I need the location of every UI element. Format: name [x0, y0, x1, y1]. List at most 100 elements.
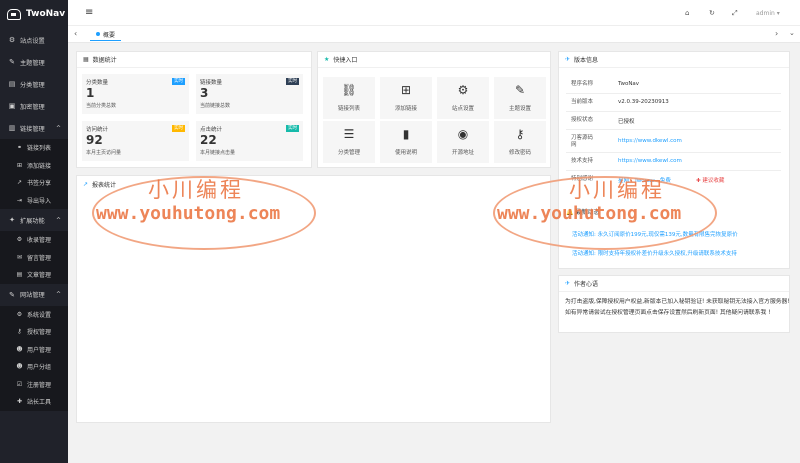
stat-badge: 实时	[172, 125, 185, 132]
stats-title: 数据统计	[92, 57, 117, 64]
version-row: 程序名称 TwoNav	[571, 81, 640, 87]
quick-password[interactable]: ⚷ 修改密码	[494, 121, 546, 163]
user-icon: ☻	[16, 345, 23, 353]
notice-item[interactable]: 活动通知: 永久订阅原价199元,现仅需139元,数量有限售完恢复原价	[572, 230, 738, 238]
tool-icon: ✚	[16, 398, 23, 406]
message-icon: ✉	[16, 253, 23, 261]
sidebar-sub-link-list[interactable]: ⚭ 链接列表	[0, 139, 68, 157]
report-card: ↗ 报表统计	[76, 175, 551, 423]
sidebar-sub-collect[interactable]: ⚙ 收录管理	[0, 231, 68, 249]
chevron-up-icon: ^	[55, 216, 61, 224]
sidebar: TwoNav ⚙ 站点设置 ✎ 主题管理 ▤ 分类管理 ▣ 加密管理 ▥ 链接管理 ^ ⚭ 链…	[0, 0, 68, 463]
gear-icon: ⚙	[457, 83, 469, 97]
sidebar-item-encrypt[interactable]: ▣ 加密管理	[0, 95, 68, 117]
stat-category: 分类数量 实时 1 当前分类总数	[82, 74, 189, 114]
rocket-icon: ✈	[565, 56, 571, 63]
report-title: 报表统计	[92, 181, 117, 189]
sidebar-item-site-manage[interactable]: ✎ 网站管理 ^	[0, 284, 68, 306]
tabbar: ‹ 概要 › ⌄	[68, 26, 800, 43]
stat-sub: 本月链接点击量	[200, 150, 236, 156]
quick-add-link[interactable]: ⊞ 添加链接	[380, 77, 432, 119]
stat-sub: 本月主页访问量	[86, 150, 122, 156]
support-link[interactable]: https://www.dkewl.com	[618, 158, 682, 164]
sidebar-item-theme[interactable]: ✎ 主题管理	[0, 51, 68, 73]
sidebar-sub-groups[interactable]: ☻ 用户分组	[0, 358, 68, 376]
stat-value: 1	[86, 86, 95, 100]
chart-line-icon: ↗	[83, 180, 89, 188]
github-icon: ◉	[457, 127, 469, 141]
tab-scroll-right-icon[interactable]: ›	[775, 29, 778, 38]
wrench-icon: ✎	[9, 290, 15, 299]
fullscreen-icon[interactable]: ⤢	[732, 9, 738, 18]
app-name: TwoNav	[26, 9, 66, 19]
sidebar-sub-message[interactable]: ✉ 留言管理	[0, 248, 68, 266]
dkewl-link[interactable]: https://www.dkewl.com	[618, 138, 682, 144]
version-row: 当前版本 v2.0.39-20230913	[571, 99, 669, 105]
sidebar-sub-article[interactable]: ▤ 文章管理	[0, 266, 68, 284]
grid-icon: ▦	[83, 56, 89, 63]
stat-badge: 实时	[286, 125, 299, 132]
user-menu[interactable]: admin ▾	[756, 10, 780, 17]
sidebar-item-extensions[interactable]: ✦ 扩展功能 ^	[0, 209, 68, 231]
magic-wand-icon: ✎	[514, 83, 526, 97]
lock-icon: ▣	[8, 102, 16, 110]
gear-icon: ⚙	[8, 36, 16, 44]
tab-overview[interactable]: 概要	[90, 28, 122, 41]
quick-category[interactable]: ☰ 分类管理	[323, 121, 375, 163]
users-icon: ☻	[16, 363, 23, 371]
version-row: 技术支持 https://www.dkewl.com	[571, 158, 682, 164]
key-icon: ⚷	[515, 127, 525, 141]
tab-dropdown-icon[interactable]: ⌄	[789, 29, 795, 37]
sidebar-item-links[interactable]: ▥ 链接管理 ^	[0, 117, 68, 139]
quick-theme-settings[interactable]: ✎ 主题设置	[494, 77, 546, 119]
sidebar-sub-system[interactable]: ⚙ 系统设置	[0, 305, 68, 323]
stat-label: 点击统计	[200, 127, 223, 133]
quick-link-list[interactable]: ⛓ 链接列表	[323, 77, 375, 119]
tab-scroll-left-icon[interactable]: ‹	[74, 29, 77, 38]
author-text: 为打击盗版,保障授权用户权益,新版本已加入秘钥验证! 未获取秘钥无法接入官方服务…	[565, 299, 790, 316]
sidebar-sub-share[interactable]: ↗ 书签分享	[0, 174, 68, 192]
tab-active-dot	[96, 32, 100, 36]
sidebar-sub-add-link[interactable]: ⊞ 添加链接	[0, 156, 68, 174]
export-icon: ⇥	[16, 196, 23, 204]
menu-toggle-icon[interactable]: ≡	[85, 8, 93, 18]
topbar: ≡ ⌂ ↻ ⤢ admin ▾	[68, 0, 800, 26]
refresh-icon[interactable]: ↻	[709, 9, 715, 17]
plus-square-icon: ⊞	[400, 83, 412, 97]
bell-icon: 🔔	[566, 209, 576, 216]
app-logo[interactable]: TwoNav	[0, 0, 68, 28]
sidebar-sub-register[interactable]: ☑ 注册管理	[0, 375, 68, 393]
author-title: 作者心语	[574, 281, 599, 288]
send-icon: ✈	[565, 280, 571, 287]
stat-label: 访问统计	[86, 127, 109, 133]
version-row: 授权状态 已授权	[571, 117, 635, 125]
quick-title: 快捷入口	[333, 57, 358, 64]
sidebar-item-category[interactable]: ▤ 分类管理	[0, 73, 68, 95]
link-group-icon: ▥	[8, 124, 16, 132]
sidebar-sub-license[interactable]: ⚷ 授权管理	[0, 323, 68, 341]
inbox-icon: ⚙	[16, 236, 23, 244]
gears-icon: ⚙	[16, 310, 23, 318]
quick-manual[interactable]: ▮ 使用说明	[380, 121, 432, 163]
favorite-link[interactable]: ✚ 建议收藏	[696, 176, 724, 184]
sidebar-sub-users[interactable]: ☻ 用户管理	[0, 340, 68, 358]
stat-value: 22	[200, 133, 217, 147]
sidebar-item-site-settings[interactable]: ⚙ 站点设置	[0, 29, 68, 51]
version-row: 刀客源码网 https://www.dkewl.com	[571, 135, 682, 148]
sidebar-sub-tools[interactable]: ✚ 站长工具	[0, 393, 68, 411]
stat-sub: 当前链接总数	[200, 103, 231, 109]
article-icon: ▤	[16, 271, 23, 279]
stat-value: 3	[200, 86, 209, 100]
register-icon: ☑	[16, 380, 23, 388]
key-icon: ⚷	[17, 328, 22, 336]
stat-badge: 实时	[286, 78, 299, 85]
sidebar-sub-export[interactable]: ⇥ 导出导入	[0, 191, 68, 209]
quick-open-source[interactable]: ◉ 开源地址	[437, 121, 489, 163]
home-icon[interactable]: ⌂	[685, 9, 689, 17]
quick-site-settings[interactable]: ⚙ 站点设置	[437, 77, 489, 119]
notices-title: 🔔 最新动态	[566, 209, 600, 216]
link-icon: ⛓	[341, 83, 357, 97]
stat-badge: 实时	[172, 78, 185, 85]
link-icon: ⚭	[16, 144, 23, 152]
notice-item[interactable]: 活动通知: 限时支持年授权补差价升级永久授权,升级请联系技术支持	[572, 249, 737, 257]
